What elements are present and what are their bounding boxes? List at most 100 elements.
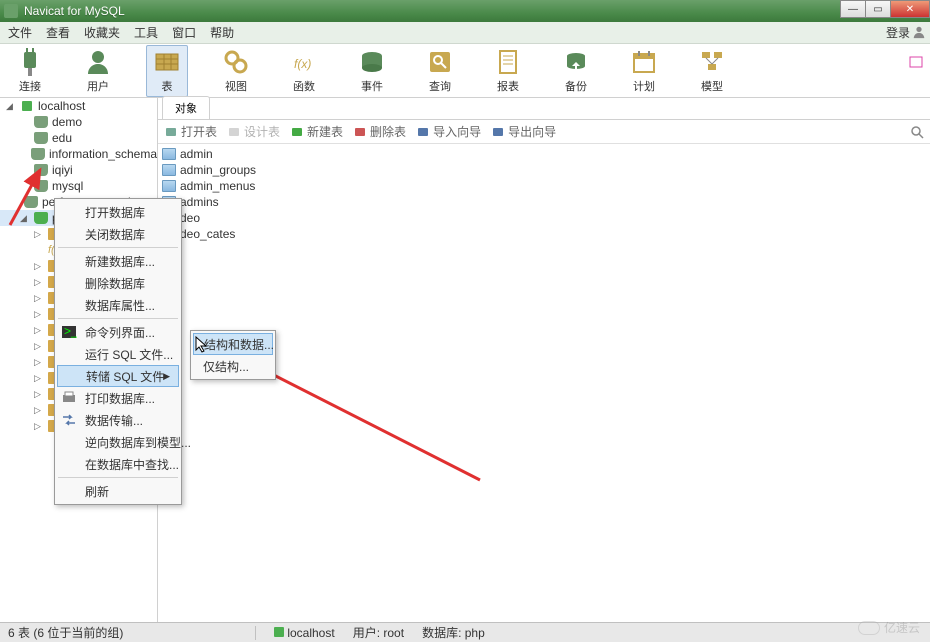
twisty-icon[interactable]: ▷ (34, 229, 44, 240)
table-name: admin_groups (180, 163, 256, 177)
tree-db-item[interactable]: demo (0, 114, 157, 130)
db-name: iqiyi (52, 163, 73, 177)
table-row[interactable]: admin_groups (158, 162, 930, 178)
context-menu-item[interactable]: 数据库属性... (57, 294, 179, 316)
menu-label: 数据传输... (85, 412, 143, 429)
status-db: 数据库: php (422, 624, 485, 641)
menu-label: 新建数据库... (85, 253, 155, 270)
twisty-icon[interactable]: ▷ (34, 261, 44, 272)
window-controls: — ▭ ✕ (841, 0, 930, 18)
table-row[interactable]: deo (158, 210, 930, 226)
search-icon[interactable] (910, 125, 924, 139)
btn-label: 导出向导 (508, 123, 556, 140)
tree-db-item[interactable]: edu (0, 130, 157, 146)
tree-db-item[interactable]: mysql (0, 178, 157, 194)
toolbar-backup-button[interactable]: 备份 (556, 46, 596, 96)
context-menu-item[interactable]: 关闭数据库 (57, 223, 179, 245)
toolbar-view-button[interactable]: 视图 (216, 46, 256, 96)
context-menu-item[interactable]: 逆向数据库到模型... (57, 431, 179, 453)
app-icon (4, 4, 18, 18)
submenu-arrow-icon: ▶ (163, 371, 170, 382)
context-menu-item[interactable]: 运行 SQL 文件... (57, 343, 179, 365)
twisty-icon[interactable]: ▷ (34, 389, 44, 400)
toolbar-table-button[interactable]: 表 (146, 45, 188, 97)
twisty-icon[interactable]: ◢ (20, 213, 30, 224)
twisty-icon[interactable]: ▷ (34, 373, 44, 384)
twisty-icon[interactable]: ▷ (34, 405, 44, 416)
main-toolbar: 连接 用户表 视图 f(x)函数事件 查询报表 备份计划模型 (0, 44, 930, 98)
twisty-icon[interactable]: ▷ (34, 277, 44, 288)
menu-label: 命令列界面... (85, 324, 155, 341)
context-menu-item[interactable]: 数据传输... (57, 409, 179, 431)
minimize-button[interactable]: — (840, 0, 866, 18)
toolbar-event-button[interactable]: 事件 (352, 46, 392, 96)
panel-icon[interactable] (908, 54, 924, 70)
table-name: deo_cates (180, 227, 235, 241)
svg-text:>_: >_ (64, 324, 77, 338)
menu-tools[interactable]: 工具 (134, 24, 158, 41)
table-row[interactable]: deo_cates (158, 226, 930, 242)
login-link[interactable]: 登录 (886, 24, 910, 41)
toolbar-model-button[interactable]: 模型 (692, 46, 732, 96)
menu-favorites[interactable]: 收藏夹 (84, 24, 120, 41)
context-menu-item[interactable]: 删除数据库 (57, 272, 179, 294)
close-button[interactable]: ✕ (890, 0, 930, 18)
toolbar-label: 连接 (19, 78, 41, 94)
toolbar-user-button[interactable]: 用户 (78, 46, 118, 96)
twisty-icon[interactable]: ▷ (34, 341, 44, 352)
context-menu-item[interactable]: 刷新 (57, 480, 179, 502)
menu-file[interactable]: 文件 (8, 24, 32, 41)
table-icon (153, 48, 181, 76)
context-menu-item[interactable]: 转储 SQL 文件▶ (57, 365, 179, 387)
toolbar-fx-button[interactable]: f(x)函数 (284, 46, 324, 96)
context-menu-item[interactable]: 打印数据库... (57, 387, 179, 409)
open-icon (164, 125, 178, 139)
table-row[interactable]: admin (158, 146, 930, 162)
context-menu-item[interactable]: 在数据库中查找... (57, 453, 179, 475)
objtb-new-button[interactable]: 新建表 (290, 123, 343, 140)
toolbar-query-button[interactable]: 查询 (420, 46, 460, 96)
maximize-button[interactable]: ▭ (865, 0, 891, 18)
menu-view[interactable]: 查看 (46, 24, 70, 41)
toolbar-label: 表 (162, 78, 173, 94)
context-menu-item[interactable]: 新建数据库... (57, 250, 179, 272)
menu-label: 数据库属性... (85, 297, 155, 314)
fx-icon: f(x) (290, 48, 318, 76)
context-menu-item[interactable]: >_ 命令列界面... (57, 321, 179, 343)
window-title: Navicat for MySQL (24, 4, 125, 18)
table-row[interactable]: admins (158, 194, 930, 210)
objtb-delete-button[interactable]: 删除表 (353, 123, 406, 140)
twisty-icon[interactable]: ▷ (34, 293, 44, 304)
table-name: deo (180, 211, 200, 225)
twisty-icon[interactable]: ◢ (6, 101, 16, 112)
twisty-icon[interactable]: ▷ (34, 357, 44, 368)
menu-label: 结构和数据... (204, 336, 274, 353)
context-menu-item[interactable]: 打开数据库 (57, 201, 179, 223)
database-icon (31, 148, 45, 160)
export-icon (491, 125, 505, 139)
tree-db-item[interactable]: information_schema (0, 146, 157, 162)
objtb-export-button[interactable]: 导出向导 (491, 123, 556, 140)
event-icon (358, 48, 386, 76)
objtb-open-button[interactable]: 打开表 (164, 123, 217, 140)
tab-objects[interactable]: 对象 (162, 96, 210, 119)
toolbar-schedule-button[interactable]: 计划 (624, 46, 664, 96)
tree-db-item[interactable]: iqiyi (0, 162, 157, 178)
objtb-design-button[interactable]: 设计表 (227, 123, 280, 140)
toolbar-plug-button[interactable]: 连接 (10, 46, 50, 96)
menu-window[interactable]: 窗口 (172, 24, 196, 41)
tree-connection[interactable]: ◢ localhost (0, 98, 157, 114)
toolbar-label: 报表 (497, 78, 519, 94)
twisty-icon[interactable]: ▷ (34, 325, 44, 336)
twisty-icon[interactable]: ▷ (34, 421, 44, 432)
objtb-import-button[interactable]: 导入向导 (416, 123, 481, 140)
toolbar-label: 事件 (361, 78, 383, 94)
menu-separator (58, 477, 178, 478)
watermark-icon (858, 621, 880, 635)
twisty-icon[interactable]: ▷ (34, 309, 44, 320)
toolbar-report-button[interactable]: 报表 (488, 46, 528, 96)
svg-text:f(x): f(x) (294, 57, 311, 71)
sub-context-item[interactable]: 仅结构... (193, 355, 273, 377)
menu-help[interactable]: 帮助 (210, 24, 234, 41)
table-row[interactable]: admin_menus (158, 178, 930, 194)
